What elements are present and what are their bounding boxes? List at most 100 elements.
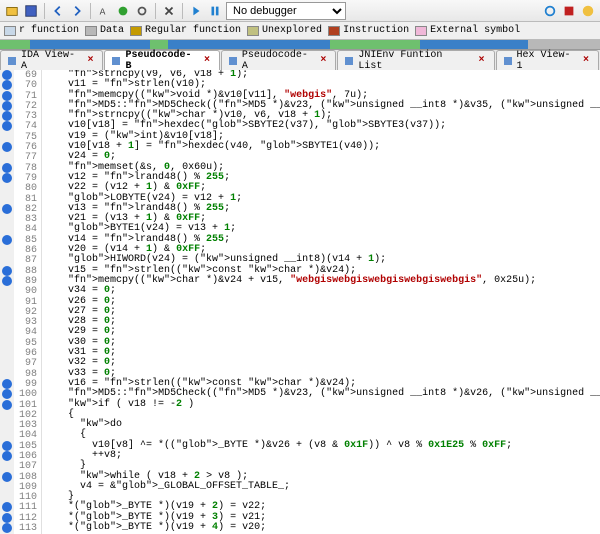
tab-pseudocode-a[interactable]: Pseudocode-A× xyxy=(221,50,336,70)
code-line[interactable]: "kw">if ( v18 != -2 ) xyxy=(44,400,600,410)
legend-item[interactable]: Data xyxy=(85,25,124,36)
code-line[interactable]: *("glob">_BYTE *)(v19 + 4) = v20; xyxy=(44,523,600,533)
tab-close-icon[interactable]: × xyxy=(476,55,488,67)
breakpoint-cell[interactable] xyxy=(0,400,14,410)
breakpoint-dot-icon[interactable] xyxy=(2,523,12,533)
run-icon[interactable] xyxy=(188,3,204,19)
code-line[interactable]: v26 = 0; xyxy=(44,297,600,307)
breakpoint-dot-icon[interactable] xyxy=(2,142,12,152)
code-line[interactable]: v10[v8] ^= *(("glob">_BYTE *)&v26 + (v8 … xyxy=(44,441,600,451)
breakpoint-cell[interactable] xyxy=(0,245,14,255)
breakpoint-cell[interactable] xyxy=(0,276,14,286)
code-line[interactable]: ++v8; xyxy=(44,451,600,461)
breakpoint-dot-icon[interactable] xyxy=(2,389,12,399)
save-icon[interactable] xyxy=(23,3,39,19)
breakpoint-dot-icon[interactable] xyxy=(2,204,12,214)
code-text[interactable]: "fn">strncpy(v9, v6, v18 + 1); v11 = "fn… xyxy=(42,70,600,534)
tab-ida-view-a[interactable]: IDA View-A× xyxy=(0,50,103,70)
tab-pseudocode-b[interactable]: Pseudocode-B× xyxy=(104,50,219,70)
back-icon[interactable] xyxy=(50,3,66,19)
breakpoint-cell[interactable] xyxy=(0,152,14,162)
breakpoint-cell[interactable] xyxy=(0,142,14,152)
breakpoint-cell[interactable] xyxy=(0,307,14,317)
refresh-icon[interactable] xyxy=(542,3,558,19)
legend-item[interactable]: Regular function xyxy=(130,25,241,36)
open-icon[interactable] xyxy=(4,3,20,19)
legend-item[interactable]: r function xyxy=(4,25,79,36)
breakpoint-cell[interactable] xyxy=(0,183,14,193)
breakpoint-dot-icon[interactable] xyxy=(2,502,12,512)
breakpoint-cell[interactable] xyxy=(0,91,14,101)
tab-close-icon[interactable]: × xyxy=(317,55,329,67)
breakpoint-cell[interactable] xyxy=(0,194,14,204)
breakpoint-cell[interactable] xyxy=(0,338,14,348)
breakpoint-cell[interactable] xyxy=(0,472,14,482)
breakpoint-cell[interactable] xyxy=(0,317,14,327)
code-line[interactable]: "kw">do xyxy=(44,420,600,430)
breakpoint-cell[interactable] xyxy=(0,369,14,379)
breakpoint-dot-icon[interactable] xyxy=(2,91,12,101)
help-icon[interactable] xyxy=(580,3,596,19)
breakpoint-cell[interactable] xyxy=(0,461,14,471)
breakpoint-cell[interactable] xyxy=(0,255,14,265)
code-line[interactable]: v31 = 0; xyxy=(44,348,600,358)
forward-icon[interactable] xyxy=(69,3,85,19)
breakpoint-cell[interactable] xyxy=(0,204,14,214)
breakpoint-dot-icon[interactable] xyxy=(2,111,12,121)
breakpoint-cell[interactable] xyxy=(0,420,14,430)
breakpoint-cell[interactable] xyxy=(0,101,14,111)
code-line[interactable]: "fn">memcpy(("kw">char *)&v24 + v15, "we… xyxy=(44,276,600,286)
breakpoint-dot-icon[interactable] xyxy=(2,276,12,286)
tab-hex-view-1[interactable]: Hex View-1× xyxy=(496,50,599,70)
legend-item[interactable]: Instruction xyxy=(328,25,409,36)
code-line[interactable]: v34 = 0; xyxy=(44,286,600,296)
breakpoint-dot-icon[interactable] xyxy=(2,80,12,90)
breakpoint-gutter[interactable] xyxy=(0,70,14,534)
breakpoint-cell[interactable] xyxy=(0,451,14,461)
breakpoint-cell[interactable] xyxy=(0,430,14,440)
legend-item[interactable]: External symbol xyxy=(415,25,520,36)
code-line[interactable]: v30 = 0; xyxy=(44,338,600,348)
breakpoint-cell[interactable] xyxy=(0,482,14,492)
breakpoint-cell[interactable] xyxy=(0,441,14,451)
code-line[interactable]: v29 = 0; xyxy=(44,327,600,337)
code-line[interactable]: { xyxy=(44,410,600,420)
code-area[interactable]: 6970717273747576777879808182838485868788… xyxy=(0,70,600,534)
breakpoint-dot-icon[interactable] xyxy=(2,101,12,111)
tab-close-icon[interactable]: × xyxy=(201,55,213,67)
breakpoint-cell[interactable] xyxy=(0,163,14,173)
breakpoint-cell[interactable] xyxy=(0,523,14,533)
breakpoint-cell[interactable] xyxy=(0,358,14,368)
breakpoint-dot-icon[interactable] xyxy=(2,472,12,482)
breakpoint-cell[interactable] xyxy=(0,502,14,512)
breakpoint-dot-icon[interactable] xyxy=(2,379,12,389)
code-line[interactable]: v10[v18 + 1] = "fn">hexdec(v40, "glob">S… xyxy=(44,142,600,152)
breakpoint-cell[interactable] xyxy=(0,266,14,276)
breakpoint-cell[interactable] xyxy=(0,111,14,121)
code-line[interactable]: v28 = 0; xyxy=(44,317,600,327)
breakpoint-cell[interactable] xyxy=(0,379,14,389)
breakpoint-cell[interactable] xyxy=(0,173,14,183)
breakpoint-dot-icon[interactable] xyxy=(2,513,12,523)
close-icon[interactable] xyxy=(561,3,577,19)
breakpoint-dot-icon[interactable] xyxy=(2,441,12,451)
breakpoint-cell[interactable] xyxy=(0,70,14,80)
pause-icon[interactable] xyxy=(207,3,223,19)
code-line[interactable]: v32 = 0; xyxy=(44,358,600,368)
breakpoint-dot-icon[interactable] xyxy=(2,235,12,245)
breakpoint-cell[interactable] xyxy=(0,224,14,234)
breakpoint-cell[interactable] xyxy=(0,235,14,245)
breakpoint-dot-icon[interactable] xyxy=(2,70,12,80)
breakpoint-dot-icon[interactable] xyxy=(2,451,12,461)
gear-icon[interactable] xyxy=(134,3,150,19)
breakpoint-dot-icon[interactable] xyxy=(2,173,12,183)
breakpoint-cell[interactable] xyxy=(0,214,14,224)
breakpoint-dot-icon[interactable] xyxy=(2,266,12,276)
tab-close-icon[interactable]: × xyxy=(580,55,592,67)
code-line[interactable]: v4 = &"glob">_GLOBAL_OFFSET_TABLE_; xyxy=(44,482,600,492)
breakpoint-dot-icon[interactable] xyxy=(2,163,12,173)
circle-icon[interactable] xyxy=(115,3,131,19)
code-line[interactable]: "fn">MD5::"fn">MD5Check(("fn">MD5 *)&v23… xyxy=(44,389,600,399)
cross-icon[interactable] xyxy=(161,3,177,19)
breakpoint-cell[interactable] xyxy=(0,286,14,296)
